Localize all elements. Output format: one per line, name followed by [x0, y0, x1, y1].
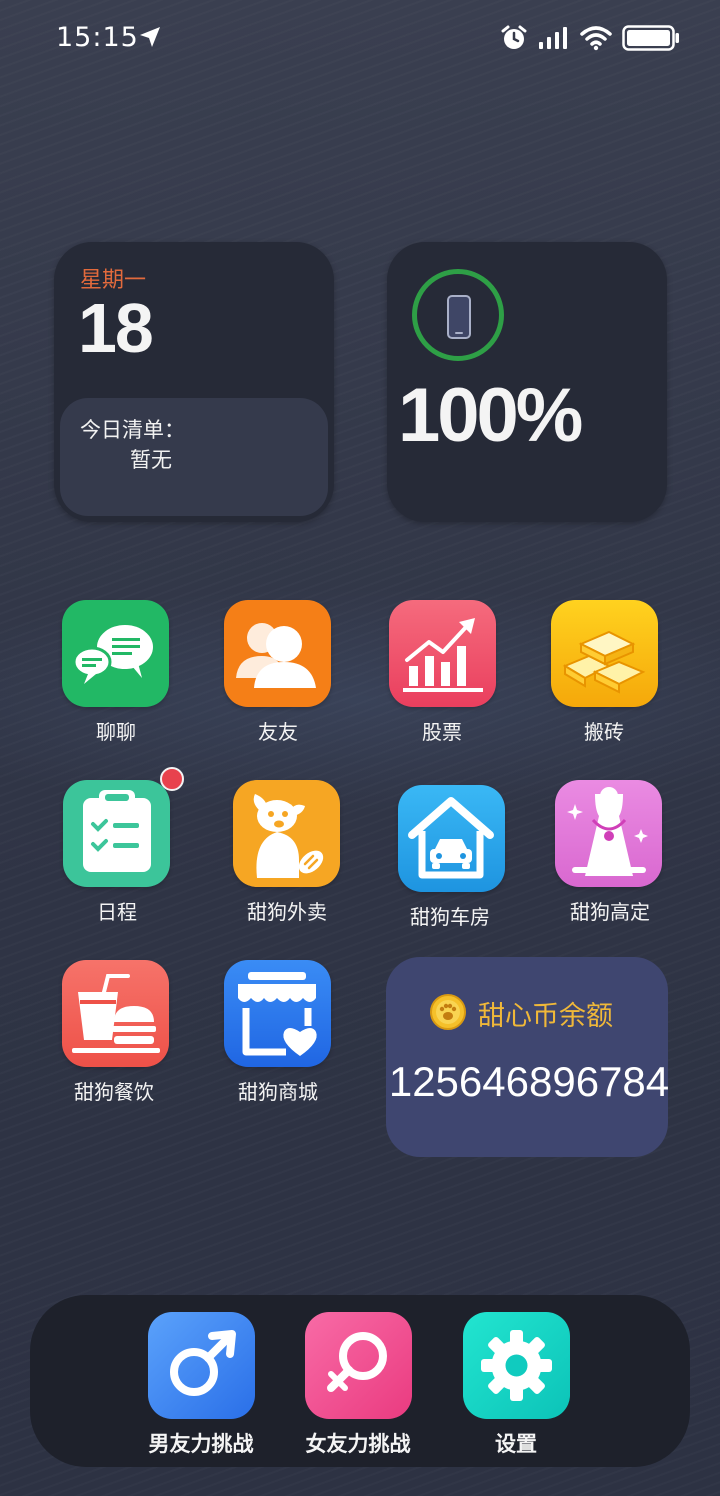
dock-label-girlfriend-challenge: 女友力挑战	[305, 1432, 411, 1456]
app-icon-chat[interactable]	[62, 600, 169, 707]
battery-icon	[622, 25, 679, 51]
app-label-friends: 友友	[258, 720, 298, 744]
coin-balance-title: 甜心币余额	[478, 1001, 613, 1032]
app-icon-bricks[interactable]	[551, 600, 658, 707]
necklace-icon	[555, 780, 662, 887]
dock-label-settings: 设置	[495, 1432, 537, 1456]
app-icon-schedule[interactable]	[63, 780, 170, 887]
stock-chart-icon	[389, 600, 496, 707]
shop-heart-icon	[224, 960, 331, 1067]
status-icons	[500, 22, 680, 54]
todo-value: 暂无	[130, 448, 172, 472]
alarm-icon	[501, 25, 527, 49]
app-label-bricks: 搬砖	[584, 720, 624, 744]
app-icon-stocks[interactable]	[389, 600, 496, 707]
clipboard-checklist-icon	[63, 780, 170, 887]
location-arrow-icon	[140, 27, 160, 47]
male-symbol-icon	[148, 1312, 255, 1419]
dock-icon-settings[interactable]	[463, 1312, 570, 1419]
day-number: 18	[78, 289, 154, 367]
status-time: 15:15	[56, 22, 139, 53]
app-label-stocks: 股票	[422, 720, 462, 744]
coin-balance-amount: 125646896784	[388, 1058, 670, 1105]
dock-label-boyfriend-challenge: 男友力挑战	[148, 1432, 254, 1456]
house-car-icon	[398, 785, 505, 892]
app-label-schedule: 日程	[97, 900, 137, 924]
dog-bread-icon	[233, 780, 340, 887]
drink-burger-icon	[62, 960, 169, 1067]
app-label-dog-takeout: 甜狗外卖	[247, 900, 327, 924]
wifi-icon	[580, 26, 612, 51]
app-icon-friends[interactable]	[224, 600, 331, 707]
app-icon-dog-dining[interactable]	[62, 960, 169, 1067]
phone-icon	[447, 295, 471, 339]
app-label-dog-car-house: 甜狗车房	[410, 905, 490, 929]
battery-percent: 100%	[398, 373, 583, 458]
chat-bubbles-icon	[62, 600, 169, 707]
dock-icon-girlfriend-challenge[interactable]	[305, 1312, 412, 1419]
female-symbol-icon	[305, 1312, 412, 1419]
gold-bars-icon	[551, 600, 658, 707]
app-label-dog-dining: 甜狗餐饮	[74, 1080, 154, 1104]
paw-coin-icon	[430, 994, 466, 1030]
signal-icon	[539, 27, 567, 49]
app-icon-dog-takeout[interactable]	[233, 780, 340, 887]
gear-icon	[463, 1312, 570, 1419]
coin-balance-widget[interactable]	[386, 957, 668, 1157]
app-label-dog-couture: 甜狗高定	[570, 900, 650, 924]
app-label-chat: 聊聊	[96, 720, 136, 744]
app-icon-dog-car-house[interactable]	[398, 785, 505, 892]
notification-badge	[160, 767, 184, 791]
dock-icon-boyfriend-challenge[interactable]	[148, 1312, 255, 1419]
app-label-dog-mall: 甜狗商城	[238, 1080, 318, 1104]
friends-icon	[224, 600, 331, 707]
app-icon-dog-couture[interactable]	[555, 780, 662, 887]
todo-label: 今日清单：	[80, 418, 185, 442]
app-icon-dog-mall[interactable]	[224, 960, 331, 1067]
